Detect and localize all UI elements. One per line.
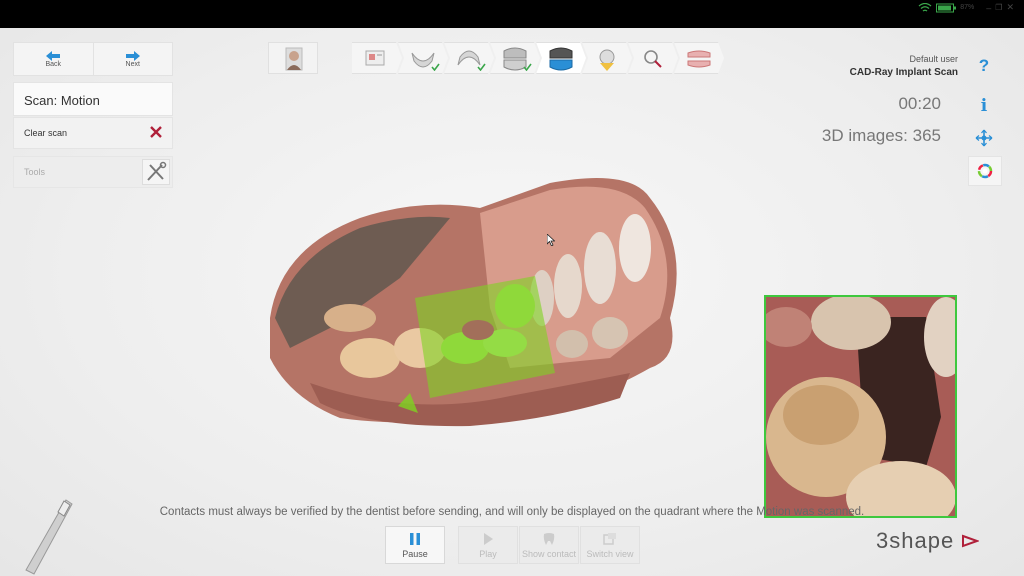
next-label: Next bbox=[125, 60, 140, 68]
switch-view-label: Switch view bbox=[586, 548, 634, 559]
step-lower-jaw[interactable] bbox=[398, 42, 448, 74]
step-scan-motion[interactable] bbox=[536, 42, 586, 74]
workflow-bar bbox=[352, 42, 724, 74]
scanner-wand-icon bbox=[25, 499, 73, 575]
color-wheel-icon[interactable] bbox=[968, 156, 1002, 186]
user-name: Default user bbox=[909, 54, 958, 64]
logo-text: 3shape bbox=[876, 528, 955, 553]
check-icon bbox=[431, 63, 440, 71]
clear-scan-label: Clear scan bbox=[24, 128, 68, 138]
3d-scan-model[interactable] bbox=[250, 158, 700, 448]
tools-label: Tools bbox=[24, 167, 46, 177]
scan-timer: 00:20 bbox=[898, 94, 941, 113]
back-button[interactable]: Back bbox=[14, 43, 94, 75]
show-contact-button[interactable]: Show contact bbox=[519, 526, 579, 564]
help-icon[interactable]: ? bbox=[972, 54, 996, 78]
live-camera-image bbox=[766, 297, 955, 516]
step-upper-jaw[interactable] bbox=[444, 42, 494, 74]
arrow-left-icon bbox=[46, 50, 61, 61]
logo-triangle-icon bbox=[962, 534, 981, 548]
tools-row[interactable]: Tools bbox=[13, 156, 173, 188]
minimize-icon[interactable]: – bbox=[986, 3, 991, 13]
battery-icon bbox=[936, 3, 957, 12]
panel-title: Scan: Motion bbox=[13, 82, 173, 116]
next-button[interactable]: Next bbox=[94, 43, 173, 75]
check-icon bbox=[477, 63, 486, 71]
scan-app: Back Next Scan: Motion Clear scan Tools bbox=[0, 28, 1024, 576]
show-contact-label: Show contact bbox=[521, 548, 577, 559]
step-send[interactable] bbox=[674, 42, 724, 74]
nav-bar: Back Next bbox=[13, 42, 173, 76]
restore-icon[interactable]: ❐ bbox=[995, 3, 1002, 12]
pause-label: Pause bbox=[402, 548, 428, 559]
images-count: 3D images: 365 bbox=[821, 126, 941, 145]
tools-icon[interactable] bbox=[142, 159, 170, 185]
switch-view-button[interactable]: Switch view bbox=[580, 526, 640, 564]
play-button[interactable]: Play bbox=[458, 526, 518, 564]
mouse-cursor-icon bbox=[547, 234, 555, 246]
close-window-icon[interactable]: ✕ bbox=[1006, 2, 1014, 13]
patient-photo-icon bbox=[285, 47, 303, 71]
info-icon[interactable]: i bbox=[972, 94, 996, 118]
switch-view-icon bbox=[603, 532, 616, 545]
move-icon[interactable] bbox=[972, 126, 996, 150]
pause-icon bbox=[410, 532, 420, 545]
brand-logo: 3shape bbox=[876, 528, 981, 554]
play-label: Play bbox=[479, 548, 497, 559]
battery-level: 87% bbox=[960, 4, 975, 11]
arrow-right-icon bbox=[125, 50, 140, 61]
step-analyze[interactable] bbox=[582, 42, 632, 74]
step-order-form[interactable] bbox=[352, 42, 402, 74]
bottom-toolbar: Pause Play Show contact Switch view bbox=[385, 526, 640, 564]
close-icon[interactable] bbox=[148, 124, 164, 140]
step-bite[interactable] bbox=[490, 42, 540, 74]
back-label: Back bbox=[45, 60, 62, 68]
pause-button[interactable]: Pause bbox=[385, 526, 445, 564]
step-inspect[interactable] bbox=[628, 42, 678, 74]
system-status: 87% – ❐ ✕ bbox=[918, 2, 1014, 13]
wifi-icon bbox=[918, 2, 932, 12]
check-icon bbox=[523, 63, 532, 71]
app-name: CAD-Ray Implant Scan bbox=[849, 67, 958, 78]
patient-button[interactable] bbox=[268, 42, 318, 74]
live-camera-view bbox=[764, 295, 957, 518]
tooth-icon bbox=[543, 532, 555, 545]
play-icon bbox=[484, 532, 493, 545]
clear-scan-row[interactable]: Clear scan bbox=[13, 117, 173, 149]
contact-notice: Contacts must always be verified by the … bbox=[159, 506, 865, 518]
